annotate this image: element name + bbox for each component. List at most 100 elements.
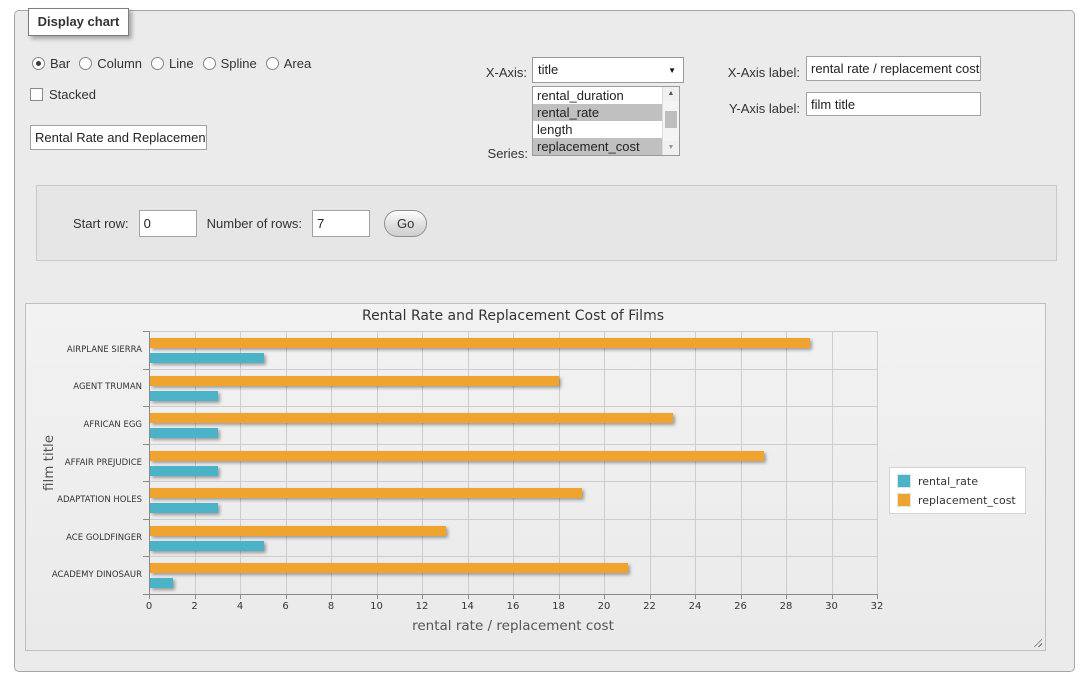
- series-option-rental_rate[interactable]: rental_rate: [533, 104, 663, 121]
- radio-icon[interactable]: [151, 57, 164, 70]
- bar-rental_rate[interactable]: [150, 353, 264, 363]
- start-row-input[interactable]: [139, 210, 197, 237]
- chart-x-axis-title: rental rate / replacement cost: [149, 618, 877, 634]
- x-tick-label: 12: [402, 601, 442, 612]
- bar-replacement_cost[interactable]: [150, 488, 582, 498]
- radio-icon[interactable]: [203, 57, 216, 70]
- chart-type-options: Bar Column Line Spline Area: [32, 56, 311, 71]
- chart-title-input[interactable]: [30, 125, 207, 150]
- x-axis-select[interactable]: title ▼: [532, 57, 684, 83]
- chart-legend: rental_rate replacement_cost: [889, 467, 1026, 514]
- series-option-replacement_cost[interactable]: replacement_cost: [533, 138, 663, 155]
- x-axis-selected-value: title: [538, 62, 558, 77]
- gridline-vertical: [786, 331, 787, 594]
- bar-replacement_cost[interactable]: [150, 413, 673, 423]
- chart-type-label: Area: [284, 56, 311, 71]
- legend-item-replacement_cost[interactable]: replacement_cost: [897, 493, 1016, 507]
- x-tick-label: 8: [311, 601, 351, 612]
- category-label: AGENT TRUMAN: [26, 382, 148, 393]
- gridline-vertical: [468, 331, 469, 594]
- num-rows-label: Number of rows:: [207, 216, 302, 231]
- y-axis-label-input[interactable]: [806, 92, 981, 116]
- radio-icon[interactable]: [266, 57, 279, 70]
- x-axis-line: [149, 594, 877, 595]
- gridline-vertical: [877, 331, 878, 594]
- gridline-vertical: [604, 331, 605, 594]
- x-tick-label: 14: [448, 601, 488, 612]
- gridline-vertical: [559, 331, 560, 594]
- stacked-label: Stacked: [49, 87, 96, 102]
- bar-replacement_cost[interactable]: [150, 526, 446, 536]
- chart-type-label: Bar: [50, 56, 70, 71]
- stacked-checkbox[interactable]: [30, 88, 43, 101]
- x-tick-mark: [877, 594, 878, 599]
- scroll-down-icon[interactable]: ▼: [663, 141, 679, 155]
- gridline-horizontal: [149, 331, 877, 332]
- bar-rental_rate[interactable]: [150, 541, 264, 551]
- category-label: AFFAIR PREJUDICE: [26, 458, 148, 469]
- chart-type-line[interactable]: Line: [151, 56, 194, 71]
- x-axis-label-input[interactable]: [806, 56, 981, 81]
- x-tick-label: 4: [220, 601, 260, 612]
- series-scrollbar[interactable]: ▲ ▼: [662, 87, 679, 155]
- category-label: AIRPLANE SIERRA: [26, 345, 148, 356]
- x-tick-label: 24: [675, 601, 715, 612]
- bar-rental_rate[interactable]: [150, 503, 218, 513]
- scroll-up-icon[interactable]: ▲: [663, 87, 679, 101]
- legend-label: replacement_cost: [918, 494, 1016, 507]
- chevron-down-icon: ▼: [668, 67, 676, 75]
- chart-type-column[interactable]: Column: [79, 56, 142, 71]
- gridline-horizontal: [149, 369, 877, 370]
- gridline-vertical: [377, 331, 378, 594]
- bar-replacement_cost[interactable]: [150, 563, 628, 573]
- bar-replacement_cost[interactable]: [150, 338, 810, 348]
- gridline-vertical: [832, 331, 833, 594]
- x-tick-label: 32: [857, 601, 897, 612]
- radio-icon[interactable]: [32, 57, 45, 70]
- x-tick-label: 2: [175, 601, 215, 612]
- bar-rental_rate[interactable]: [150, 466, 218, 476]
- num-rows-input[interactable]: [312, 210, 370, 237]
- series-option-rental_duration[interactable]: rental_duration: [533, 87, 663, 104]
- series-multiselect[interactable]: rental_durationrental_ratelengthreplacem…: [532, 86, 680, 156]
- bar-replacement_cost[interactable]: [150, 376, 559, 386]
- series-label: Series:: [460, 142, 528, 166]
- gridline-vertical: [240, 331, 241, 594]
- bar-rental_rate[interactable]: [150, 391, 218, 401]
- legend-item-rental_rate[interactable]: rental_rate: [897, 474, 1016, 488]
- gridline-horizontal: [149, 481, 877, 482]
- gridline-vertical: [741, 331, 742, 594]
- legend-swatch-icon: [897, 474, 911, 488]
- x-tick-label: 16: [493, 601, 533, 612]
- x-tick-label: 18: [539, 601, 579, 612]
- x-tick-label: 20: [584, 601, 624, 612]
- chart-type-bar[interactable]: Bar: [32, 56, 70, 71]
- x-tick-label: 28: [766, 601, 806, 612]
- chart-type-spline[interactable]: Spline: [203, 56, 257, 71]
- category-label: ACE GOLDFINGER: [26, 533, 148, 544]
- display-chart-fieldset: Display chart BarColumnLineSplineArea St…: [14, 10, 1075, 672]
- chart-title: Rental Rate and Replacement Cost of Film…: [149, 308, 877, 324]
- bar-rental_rate[interactable]: [150, 578, 173, 588]
- gridline-vertical: [286, 331, 287, 594]
- bar-rental_rate[interactable]: [150, 428, 218, 438]
- radio-icon[interactable]: [79, 57, 92, 70]
- row-range-panel: Start row: Number of rows: Go: [36, 185, 1057, 261]
- x-tick-label: 6: [266, 601, 306, 612]
- y-axis-line: [149, 331, 150, 594]
- go-button[interactable]: Go: [384, 210, 427, 237]
- resize-grip-icon[interactable]: [1031, 636, 1042, 647]
- chart-type-label: Line: [169, 56, 194, 71]
- series-option-length[interactable]: length: [533, 121, 663, 138]
- gridline-horizontal: [149, 444, 877, 445]
- x-tick-label: 26: [721, 601, 761, 612]
- x-axis-label-label: X-Axis label:: [700, 61, 800, 85]
- gridline-horizontal: [149, 519, 877, 520]
- gridline-vertical: [195, 331, 196, 594]
- scrollbar-thumb[interactable]: [665, 111, 677, 128]
- stacked-option[interactable]: Stacked: [30, 87, 96, 102]
- gridline-horizontal: [149, 406, 877, 407]
- start-row-label: Start row:: [73, 216, 129, 231]
- chart-type-area[interactable]: Area: [266, 56, 311, 71]
- bar-replacement_cost[interactable]: [150, 451, 764, 461]
